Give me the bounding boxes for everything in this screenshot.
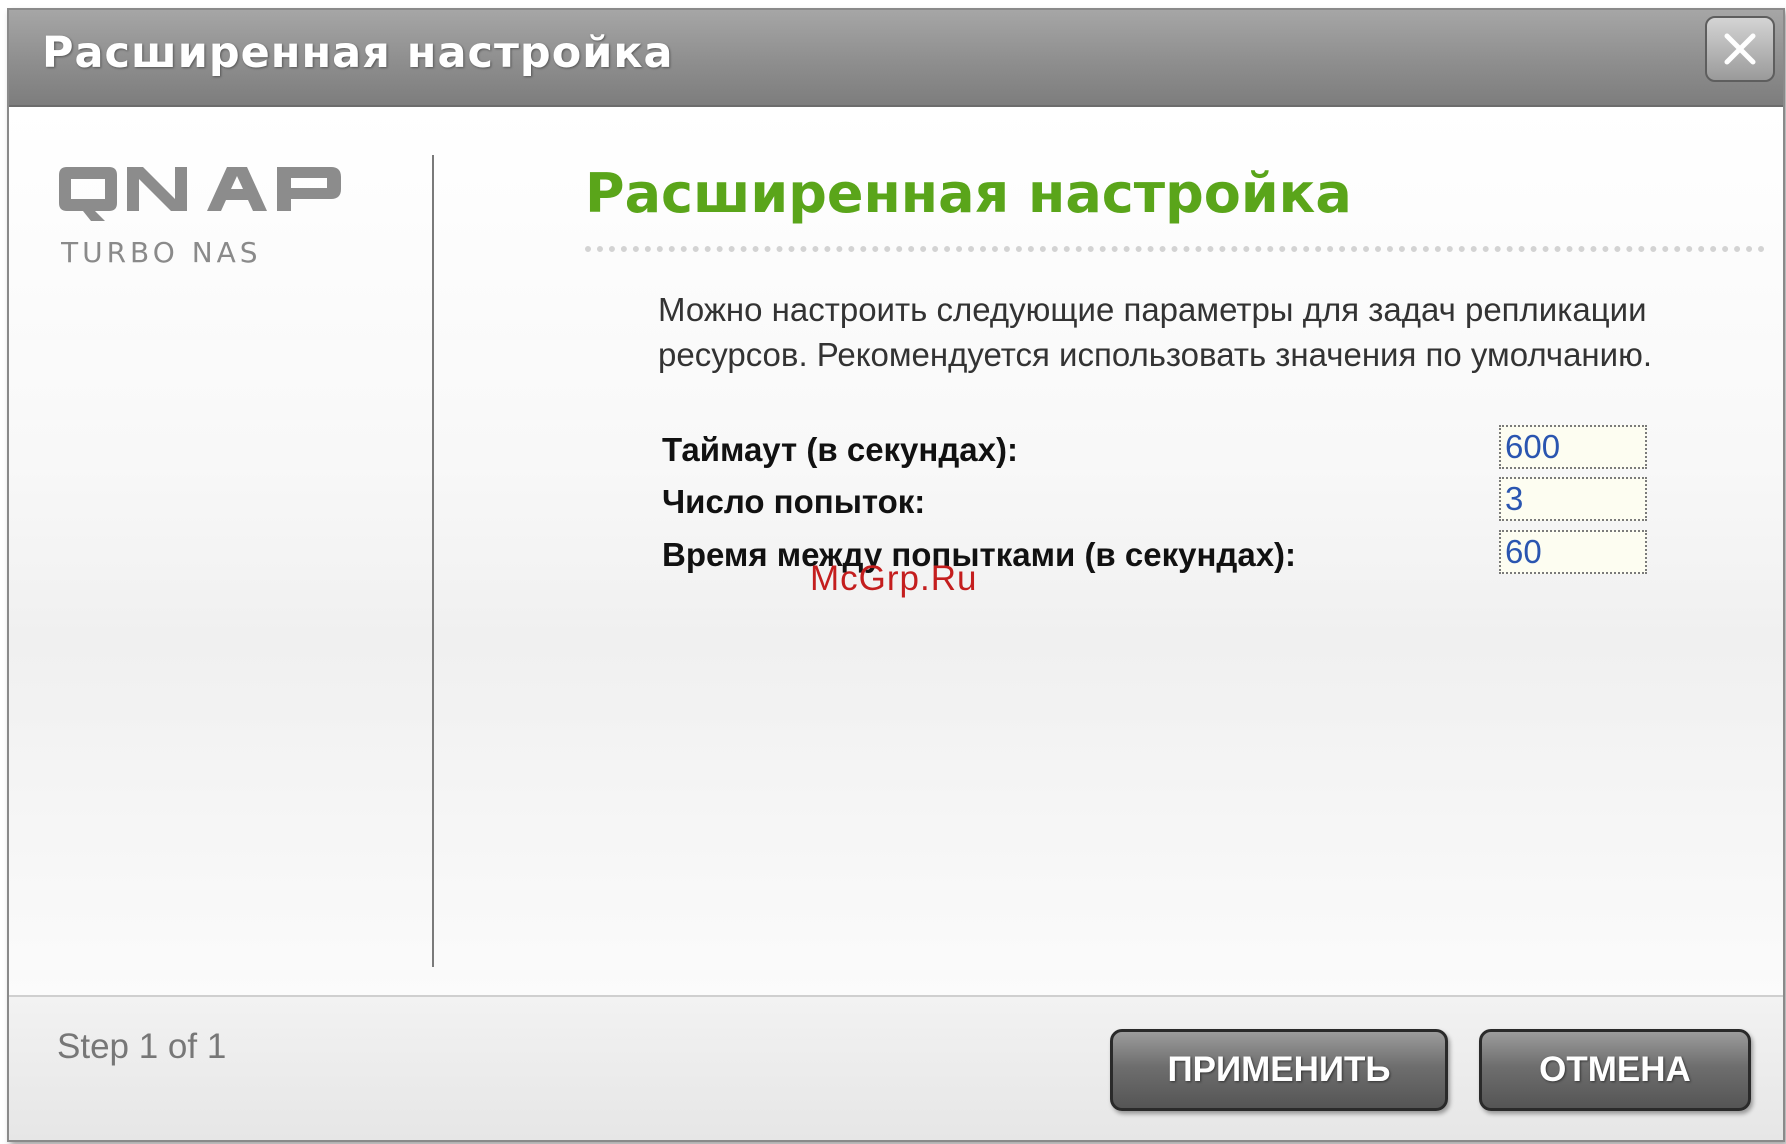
timeout-input[interactable]	[1499, 425, 1647, 469]
turbo-nas-label: TURBO NAS	[60, 234, 321, 278]
dialog-footer: Step 1 of 1 ПРИМЕНИТЬ ОТМЕНА	[9, 995, 1783, 1140]
retries-row: Число попыток:	[662, 477, 1662, 527]
advanced-settings-dialog: Расширенная настройка TURBO NAS Расширен…	[7, 8, 1785, 1142]
step-indicator: Step 1 of 1	[57, 1027, 227, 1066]
svg-text:TURBO NAS: TURBO NAS	[61, 236, 262, 269]
retries-input[interactable]	[1499, 477, 1647, 521]
timeout-label: Таймаут (в секундах):	[662, 431, 1018, 468]
retry-interval-label: Время между попытками (в секундах):	[662, 536, 1297, 573]
title-bar: Расширенная настройка	[9, 10, 1783, 107]
dialog-body: TURBO NAS Расширенная настройка Можно на…	[9, 107, 1783, 995]
cancel-button[interactable]: ОТМЕНА	[1479, 1029, 1751, 1111]
watermark-text: McGrp.Ru	[810, 559, 978, 598]
retries-label: Число попыток:	[662, 483, 926, 520]
turbo-nas-wordmark: TURBO NAS	[60, 236, 262, 269]
qnap-logo-mark	[59, 167, 341, 221]
left-pane: TURBO NAS	[9, 107, 434, 995]
close-button[interactable]	[1705, 16, 1775, 82]
qnap-logo	[59, 167, 341, 221]
description-text: Можно настроить следующие параметры для …	[658, 291, 1653, 373]
timeout-row: Таймаут (в секундах):	[662, 425, 1662, 475]
close-icon	[1724, 33, 1756, 65]
heading-separator	[585, 246, 1765, 252]
apply-button[interactable]: ПРИМЕНИТЬ	[1110, 1029, 1448, 1111]
window-title: Расширенная настройка	[42, 28, 674, 78]
content-heading: Расширенная настройка	[585, 162, 1352, 225]
pane-divider	[432, 155, 434, 967]
retry-interval-input[interactable]	[1499, 530, 1647, 574]
